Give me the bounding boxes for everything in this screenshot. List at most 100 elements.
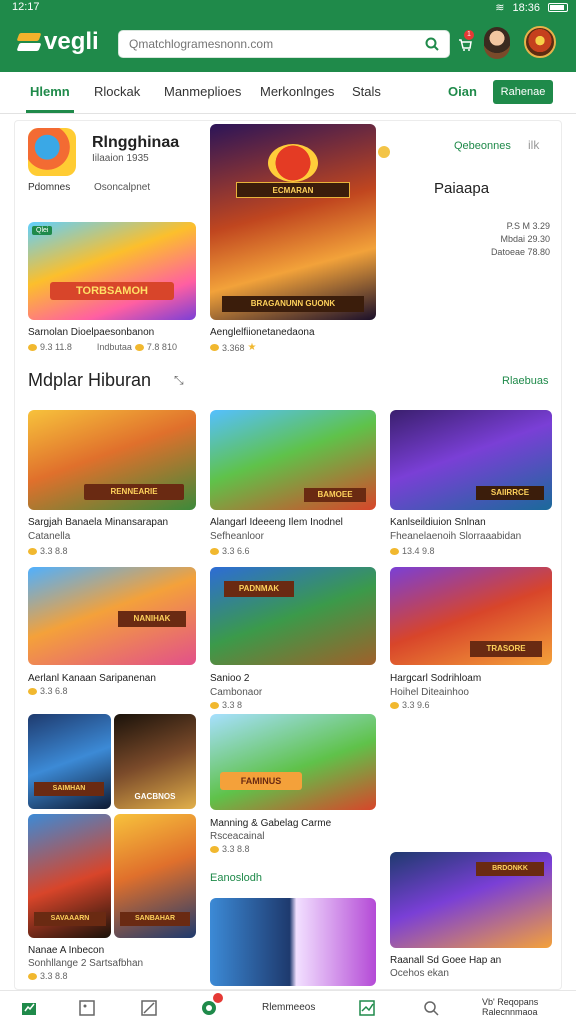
game-card-image[interactable]: NANIHAK [28,567,196,665]
meta-value: 13.4 9.8 [402,546,435,556]
app-logo[interactable]: vegli [18,28,99,56]
game-card-image[interactable]: SAIIRRCE [390,410,552,510]
meta-value: 3.3 6.8 [40,686,68,696]
header-action-button[interactable]: Rahenae [493,80,553,104]
battery-icon [548,3,568,12]
game-card-image[interactable]: BAMOEE [210,410,376,510]
game-card-title: Hargcarl Sodrihloam [390,673,482,684]
game-card-meta: 3.3 8.8 [28,971,68,981]
game-card-image[interactable]: GACBNOS [114,714,196,809]
chart-icon[interactable] [358,999,376,1017]
game-card-title: Aerlanl Kanaan Saripanenan [28,673,156,684]
app-bar: vegli 1 [0,16,576,72]
coin-icon [210,845,219,853]
search-icon[interactable] [425,37,439,51]
hero-caption: Aenglelfiionetanedaona [210,327,315,338]
status-clock-right: 18:36 [512,1,540,14]
meta-value: 3.3 8 [222,700,243,710]
tab-merkonlnges[interactable]: Merkonlnges [260,84,334,99]
status-time: 12:17 [12,1,40,13]
tab-manmeplioes[interactable]: Manmeplioes [164,84,241,99]
card-banner-text: BAMOEE [304,488,366,502]
game-card-subtitle: Catanella [28,531,71,542]
game-card-title: Alangarl Ideeeng Ilem Inodnel [210,517,343,528]
right-panel-close-link[interactable]: ilk [528,138,539,152]
section-more-link[interactable]: Rlaebuas [502,375,548,387]
featured-card-image[interactable]: Qlei TORBSAMOH [28,222,196,320]
game-card-image[interactable]: SANBAHAR [114,814,196,938]
bottom-nav-right[interactable]: Vb' Reqopans Ralecnnmaoa [482,997,538,1017]
game-card-subtitle: Cambonaor [210,687,263,698]
meta-value: 9.3 11.8 [40,342,72,352]
game-card-image[interactable]: BRDONKK [390,852,552,948]
game-card-meta: 3.3 6.8 [28,686,68,696]
game-card-subtitle: Sefheanloor [210,531,264,542]
card-banner-text: SAIMHAN [34,782,104,796]
featured-action-b[interactable]: Osoncalpnet [94,182,150,193]
tab-stals[interactable]: Stals [352,84,381,99]
hero-meta: 3.368 ★ [210,342,257,353]
hero-banner[interactable]: ECMARAN BRAGANUNN GUONK [210,124,376,320]
nav-tabs: Hlemn Rlockak Manmeplioes Merkonlnges St… [0,72,576,114]
section-label[interactable]: Eanoslodh [210,872,262,884]
user-avatar[interactable] [484,27,510,59]
game-card-subtitle: Sonhllange 2 Sartsafbhan [28,958,144,969]
search-bar[interactable] [118,30,450,58]
game-card-subtitle: Ocehos ekan [390,968,449,979]
status-bar: 12:17 ≋ 18:36 [0,0,576,16]
game-card-title: Kanlseildiuion Snlnan [390,517,486,528]
coin-icon [210,701,219,709]
bottom-nav: Rlemmeeos Vb' Reqopans Ralecnnmaoa [0,990,576,1024]
game-card-meta: 3.3 8 [210,700,242,710]
expand-icon[interactable]: ⤡ [174,373,184,388]
card-banner-text: SAVAAARN [34,912,106,926]
game-card-image[interactable]: PADNMAK [210,567,376,665]
search-input[interactable] [119,31,409,57]
featured-action-a[interactable]: Pdomnes [28,182,70,193]
right-panel-title[interactable]: Qebeonnes [454,140,511,152]
coin-icon [28,547,37,555]
tab-rlockak[interactable]: Rlockak [94,84,140,99]
cart-icon[interactable] [458,38,472,52]
wifi-icon: ≋ [495,2,505,14]
game-card-title: Sargjah Banaela Minansarapan [28,517,169,528]
star-icon: ★ [247,342,257,353]
bottom-nav-right-line-2: Ralecnnmaoa [482,1007,538,1017]
meta-value: 3.3 6.6 [222,546,250,556]
tab-right-link[interactable]: Oian [448,84,477,99]
game-card-title: Sanioo 2 [210,673,250,684]
card-banner-text: NANIHAK [118,611,186,627]
game-card-meta: 3.3 6.6 [210,546,250,556]
right-panel-line: Mbdai 29.30 [500,234,550,244]
meta-value: 3.368 [222,342,245,353]
game-card-image[interactable]: FAMINUS [210,714,376,810]
bottom-nav-label[interactable]: Rlemmeeos [262,1002,315,1013]
card-banner-text: PADNMAK [224,581,294,597]
active-tab-indicator [26,110,74,113]
gallery-icon[interactable] [78,999,96,1017]
home-icon[interactable] [20,999,38,1017]
tab-home[interactable]: Hlemn [30,84,70,99]
featured-app-icon[interactable] [28,128,76,176]
meta-value: 7.8 810 [146,342,177,352]
search-icon[interactable] [422,999,440,1017]
card-banner-text: FAMINUS [220,772,302,790]
card-banner-text: RENNEARIE [84,484,184,500]
game-card-image[interactable]: SAIMHAN [28,714,111,809]
edit-icon[interactable] [140,999,158,1017]
game-card-title: Manning & Gabelag Carme [210,818,332,829]
profile-badge-avatar[interactable] [524,26,556,58]
section-title: Mdplar Hiburan [28,370,152,390]
coin-icon [210,344,219,351]
right-panel-list: P.S M 3.29 Mbdai 29.30 Datoeae 78.80 [478,220,550,259]
game-card-image[interactable] [210,898,376,986]
meta-value: 3.3 9.6 [402,700,430,710]
card-banner-text: TORBSAMOH [50,282,174,300]
game-card-image[interactable]: RENNEARIE [28,410,196,510]
featured-card-meta: 9.3 11.8 Indbutaa 7.8 810 [28,342,177,352]
game-card-image[interactable]: TRASORE [390,567,552,665]
game-card-subtitle: Hoihel Diteainhoo [390,687,469,698]
game-card-image[interactable]: SAVAAARN [28,814,111,938]
right-panel-line: Datoeae 78.80 [490,247,550,257]
card-banner-text: SAIIRRCE [476,486,544,500]
